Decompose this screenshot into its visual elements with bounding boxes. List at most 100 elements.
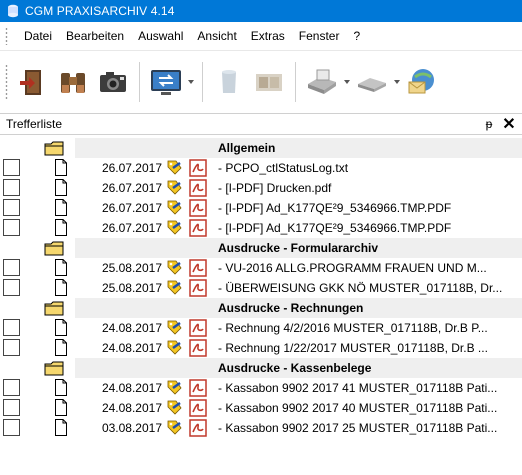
transfer-dropdown[interactable]	[186, 62, 196, 102]
pdf-icon	[189, 379, 207, 397]
date-cell: 26.07.2017	[101, 181, 162, 195]
panel-header: Trefferliste ᵽ ✕	[0, 113, 522, 135]
globe-mail-icon	[408, 69, 434, 94]
close-icon[interactable]: ✕	[502, 114, 516, 134]
file-icon	[55, 339, 67, 356]
tag-icon	[166, 159, 183, 176]
tag-icon	[166, 379, 183, 396]
device-dropdown[interactable]	[392, 62, 402, 102]
group-title: Ausdrucke - Rechnungen	[218, 301, 364, 315]
group-row[interactable]: Ausdrucke - Kassenbelege	[0, 358, 522, 378]
document-title: - [I-PDF] Ad_K177QE²9_5346966.TMP.PDF	[218, 201, 452, 215]
pdf-icon	[189, 319, 207, 337]
toolbar-grip[interactable]	[5, 64, 8, 100]
checkbox[interactable]	[3, 219, 20, 236]
device-button[interactable]	[352, 62, 392, 102]
file-icon	[55, 419, 67, 436]
exit-button[interactable]	[13, 62, 53, 102]
pin-icon[interactable]: ᵽ	[482, 117, 496, 131]
checkbox[interactable]	[3, 259, 20, 276]
table-row[interactable]: 24.08.2017 - Rechnung 1/22/2017 MUSTER_01…	[0, 338, 522, 358]
folder-icon	[44, 361, 64, 376]
window-title: CGM PRAXISARCHIV 4.14	[25, 4, 175, 18]
menu-datei[interactable]: Datei	[17, 29, 59, 43]
table-row[interactable]: 26.07.2017 - PCPO_ctlStatusLog.txt	[0, 158, 522, 178]
menu-ansicht[interactable]: Ansicht	[190, 29, 243, 43]
checkbox[interactable]	[3, 199, 20, 216]
menu-extras[interactable]: Extras	[244, 29, 292, 43]
pdf-icon	[189, 279, 207, 297]
toolbar-separator	[139, 62, 140, 102]
tag-icon	[166, 219, 183, 236]
checkbox[interactable]	[3, 399, 20, 416]
panel-title: Trefferliste	[6, 117, 63, 131]
date-cell: 25.08.2017	[101, 261, 162, 275]
checkbox[interactable]	[3, 339, 20, 356]
document-title: - VU-2016 ALLG.PROGRAMM FRAUEN UND M...	[218, 261, 487, 275]
pdf-icon	[189, 259, 207, 277]
table-row[interactable]: 26.07.2017 - [I-PDF] Ad_K177QE²9_5346966.…	[0, 218, 522, 238]
folder-icon	[44, 301, 64, 316]
file-icon	[55, 179, 67, 196]
date-cell: 26.07.2017	[101, 161, 162, 175]
door-exit-icon	[20, 70, 41, 95]
file-icon	[55, 159, 67, 176]
date-cell: 24.08.2017	[101, 401, 162, 415]
table-row[interactable]: 25.08.2017 - ÜBERWEISUNG GKK NÖ MUSTER_01…	[0, 278, 522, 298]
group-row[interactable]: Ausdrucke - Formulararchiv	[0, 238, 522, 258]
checkbox[interactable]	[3, 319, 20, 336]
table-row[interactable]: 24.08.2017 - Kassabon 9902 2017 41 MUSTER…	[0, 378, 522, 398]
file-icon	[55, 319, 67, 336]
group-row[interactable]: Allgemein	[0, 138, 522, 158]
menu-help[interactable]: ?	[346, 29, 367, 43]
pdf-icon	[189, 179, 207, 197]
checkbox[interactable]	[3, 179, 20, 196]
chevron-down-icon	[344, 80, 350, 84]
checkbox[interactable]	[3, 419, 20, 436]
bin-button[interactable]	[209, 62, 249, 102]
folder-icon	[44, 141, 64, 156]
tag-icon	[166, 279, 183, 296]
table-row[interactable]: 24.08.2017 - Kassabon 9902 2017 40 MUSTER…	[0, 398, 522, 418]
transfer-button[interactable]	[146, 62, 186, 102]
checkbox[interactable]	[3, 159, 20, 176]
transfer-screen-icon	[151, 70, 181, 95]
menu-grip[interactable]	[5, 27, 8, 45]
tag-icon	[166, 399, 183, 416]
scanner-dropdown[interactable]	[342, 62, 352, 102]
scanner-icon	[308, 69, 336, 94]
scanner-button[interactable]	[302, 62, 342, 102]
document-title: - [I-PDF] Drucken.pdf	[218, 181, 332, 195]
chevron-down-icon	[394, 80, 400, 84]
checkbox[interactable]	[3, 279, 20, 296]
document-title: - Rechnung 4/2/2016 MUSTER_017118B, Dr.B…	[218, 321, 488, 335]
file-icon	[55, 279, 67, 296]
group-title: Ausdrucke - Kassenbelege	[218, 361, 372, 375]
date-cell: 26.07.2017	[101, 201, 162, 215]
document-title: - Kassabon 9902 2017 40 MUSTER_017118B P…	[218, 401, 498, 415]
table-row[interactable]: 26.07.2017 - [I-PDF] Ad_K177QE²9_5346966.…	[0, 198, 522, 218]
date-cell: 24.08.2017	[101, 381, 162, 395]
search-button[interactable]	[53, 62, 93, 102]
pdf-icon	[189, 339, 207, 357]
menu-auswahl[interactable]: Auswahl	[131, 29, 190, 43]
table-row[interactable]: 03.08.2017 - Kassabon 9902 2017 25 MUSTER…	[0, 418, 522, 438]
table-row[interactable]: 25.08.2017 - VU-2016 ALLG.PROGRAMM FRAUEN…	[0, 258, 522, 278]
pdf-icon	[189, 399, 207, 417]
bin-icon	[222, 70, 236, 93]
group-row[interactable]: Ausdrucke - Rechnungen	[0, 298, 522, 318]
mail-button[interactable]	[402, 62, 442, 102]
table-row[interactable]: 24.08.2017 - Rechnung 4/2/2016 MUSTER_017…	[0, 318, 522, 338]
chevron-down-icon	[188, 80, 194, 84]
camera-icon	[100, 72, 126, 92]
device-icon	[358, 78, 386, 92]
menu-fenster[interactable]: Fenster	[292, 29, 347, 43]
file-icon	[55, 219, 67, 236]
date-cell: 24.08.2017	[101, 321, 162, 335]
camera-button[interactable]	[93, 62, 133, 102]
menu-bearbeiten[interactable]: Bearbeiten	[59, 29, 131, 43]
checkbox[interactable]	[3, 379, 20, 396]
scan-photo-button[interactable]	[249, 62, 289, 102]
table-row[interactable]: 26.07.2017 - [I-PDF] Drucken.pdf	[0, 178, 522, 198]
date-cell: 26.07.2017	[101, 221, 162, 235]
